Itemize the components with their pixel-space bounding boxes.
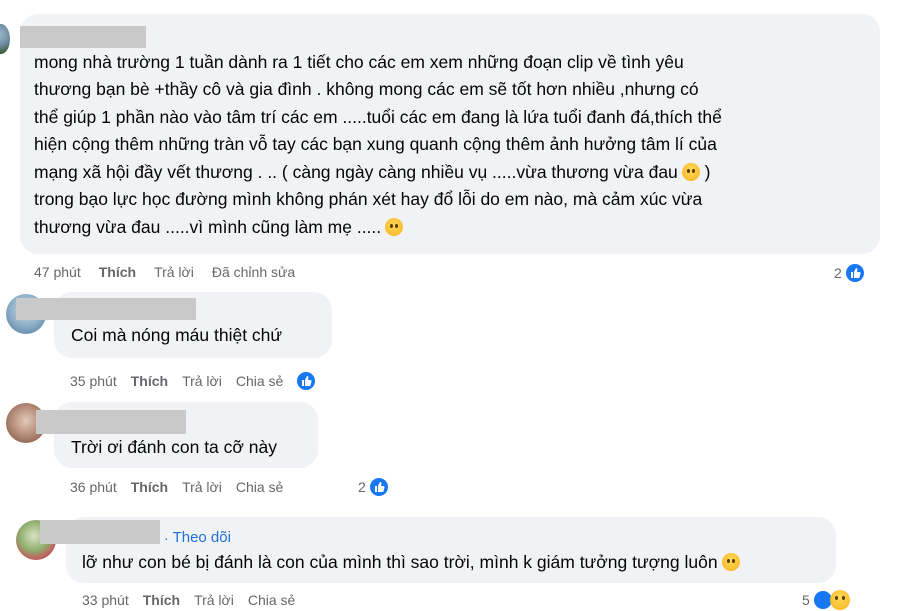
comment-actions: 36 phút Thích Trả lời Chia sẻ [70, 479, 283, 495]
commenter-name-redacted[interactable] [16, 298, 196, 320]
comment-text: Trời ơi đánh con ta cỡ này [71, 437, 277, 457]
reply-button[interactable]: Trả lời [182, 479, 222, 495]
like-icon [367, 476, 390, 498]
like-button[interactable]: Thích [99, 264, 136, 280]
comment-text-line: lỡ như con bé bị đánh là con của mình th… [82, 549, 740, 577]
like-button[interactable]: Thích [131, 479, 168, 495]
comment-timestamp[interactable]: 35 phút [70, 373, 117, 389]
comment-actions: 33 phút Thích Trả lời Chia sẻ [82, 592, 295, 608]
like-icon[interactable] [295, 370, 318, 392]
commenter-name-redacted[interactable] [20, 26, 146, 48]
commenter-name-redacted[interactable] [36, 410, 186, 434]
pleading-emoji-icon [385, 218, 404, 236]
reaction-count[interactable]: 5 [802, 589, 850, 611]
reaction-count-number: 5 [802, 592, 810, 608]
comment-timestamp[interactable]: 33 phút [82, 592, 129, 608]
comment-timestamp[interactable]: 36 phút [70, 479, 117, 495]
reply-button[interactable]: Trả lời [154, 264, 194, 280]
comment-text-segment: lỡ như con bé bị đánh là con của mình th… [82, 552, 718, 572]
share-button[interactable]: Chia sẻ [248, 592, 295, 608]
comment-timestamp[interactable]: 47 phút [34, 264, 81, 280]
reply-button[interactable]: Trả lời [182, 373, 222, 389]
comment-text-segment: mạng xã hội đầy vết thương . .. ( càng n… [34, 162, 678, 182]
like-button[interactable]: Thích [131, 373, 168, 389]
reply-button[interactable]: Trả lời [194, 592, 234, 608]
comment-text-segment: thương vừa đau .....vì mình cũng làm mẹ … [34, 217, 382, 237]
comment-text-line: thương vừa đau .....vì mình cũng làm mẹ … [34, 214, 404, 242]
like-button[interactable]: Thích [143, 592, 180, 608]
reaction-count[interactable]: 2 [834, 262, 866, 284]
comment-text-line: trong bạo lực học đường mình không phán … [34, 189, 703, 209]
like-icon [843, 262, 866, 284]
comment-text-line: thể giúp 1 phần nào vào tâm trí các em .… [34, 107, 722, 127]
commenter-avatar[interactable] [0, 24, 10, 54]
share-button[interactable]: Chia sẻ [236, 373, 283, 389]
reaction-count-number: 2 [834, 265, 842, 281]
comment-text: Coi mà nóng máu thiệt chứ [71, 325, 283, 345]
comment-text-line: mạng xã hội đầy vết thương . .. ( càng n… [34, 159, 711, 187]
share-button[interactable]: Chia sẻ [236, 479, 283, 495]
follow-link-row: · Theo dõi [164, 529, 231, 546]
pleading-emoji-icon [721, 553, 740, 571]
commenter-name-redacted[interactable] [40, 520, 160, 544]
comment-actions: 47 phút Thích Trả lời Đã chỉnh sửa [34, 264, 295, 280]
follow-link[interactable]: Theo dõi [173, 529, 231, 546]
reaction-count[interactable]: 2 [358, 476, 390, 498]
reaction-count-number: 2 [358, 479, 366, 495]
sad-emoji-icon [681, 163, 700, 181]
edited-label: Đã chỉnh sửa [211, 264, 296, 280]
comment-actions: 35 phút Thích Trả lời Chia sẻ [70, 370, 318, 392]
comment-text-line: thương bạn bè +thầy cô và gia đình . khô… [34, 79, 699, 99]
comment-text-line: mong nhà trường 1 tuần dành ra 1 tiết ch… [34, 52, 684, 72]
haha-emoji-icon [829, 590, 850, 610]
comment-text-line: hiện cộng thêm những tràn vỗ tay các bạn… [34, 134, 717, 154]
comment-text-segment: ) [704, 162, 711, 182]
